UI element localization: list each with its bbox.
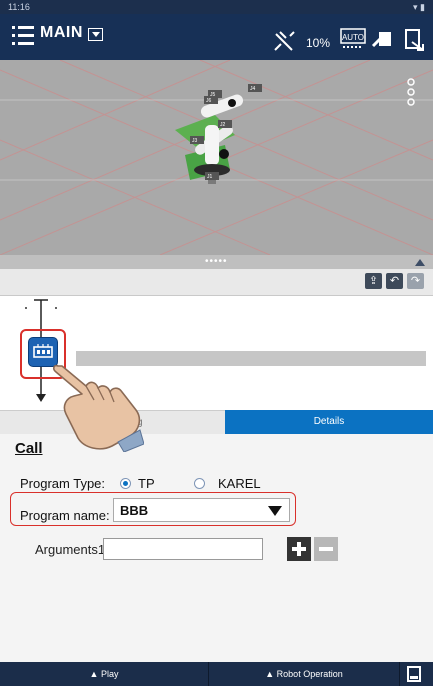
upload-icon[interactable]: ⇪ [365,273,382,289]
joint-label-j3: J3 [192,138,198,144]
radio-tp[interactable] [120,478,131,489]
dropdown-arrow-icon[interactable] [268,506,282,516]
play-button[interactable]: ▲ Play [0,662,209,686]
status-signal: ▾ ▮ [413,2,425,12]
speed-override[interactable]: 10% [306,36,330,50]
tp-label: TP [138,476,155,491]
menu-icon[interactable] [12,26,34,48]
editor-toolbar: ⇪ ↶ ↷ [0,269,433,296]
program-name-select[interactable]: BBB [113,498,290,522]
arguments-label: Arguments1: [35,542,109,557]
panel-toggle-icon[interactable] [407,666,421,682]
instruction-title: Call [15,440,43,457]
svg-text:AUTO: AUTO [342,33,364,42]
program-type-label: Program Type: [20,476,106,491]
redo-icon[interactable]: ↷ [407,273,424,289]
program-title[interactable]: MAIN [40,24,83,42]
joint-label-j1: J1 [207,174,213,180]
robot-arm-icon[interactable] [272,28,298,54]
expand-up-icon[interactable] [415,259,425,266]
tab-details[interactable]: Details [225,410,433,434]
radio-karel[interactable] [194,478,205,489]
app-header: MAIN 10% AUTO [0,14,433,60]
robot-operation-button[interactable]: ▲ Robot Operation [209,662,400,686]
robot-3d-view[interactable]: J4 J5 J6 J2 J3 J1 [0,60,433,255]
splitter-handle[interactable]: ••••• [205,256,228,267]
exit-icon[interactable] [404,28,426,52]
program-name-value: BBB [120,503,149,518]
status-bar: 11:16 ▾ ▮ [0,0,433,14]
more-options-icon[interactable] [407,78,415,106]
arguments-input[interactable] [103,538,263,560]
status-time: 11:16 [8,2,30,12]
program-dropdown-icon[interactable] [88,28,103,41]
undo-icon[interactable]: ↶ [386,273,403,289]
remove-argument-button[interactable] [314,537,338,561]
joint-label-j2: J2 [220,122,226,128]
joint-label-j4: J4 [250,86,256,92]
joint-label-j6: J6 [206,98,212,104]
teach-pendant-icon[interactable] [371,28,395,52]
panel-splitter[interactable]: ••••• [0,255,433,269]
add-argument-button[interactable] [287,537,311,561]
program-name-label: Program name: [20,508,110,523]
grid-floor: J4 J5 J6 J2 J3 J1 [0,60,433,255]
karel-label: KAREL [218,476,261,491]
auto-mode-icon[interactable]: AUTO [340,28,366,50]
pointing-hand-icon [53,364,144,452]
bottom-bar: ▲ Play ▲ Robot Operation [0,662,433,686]
details-panel: Call Program Type: TP KAREL Program name… [0,434,433,662]
